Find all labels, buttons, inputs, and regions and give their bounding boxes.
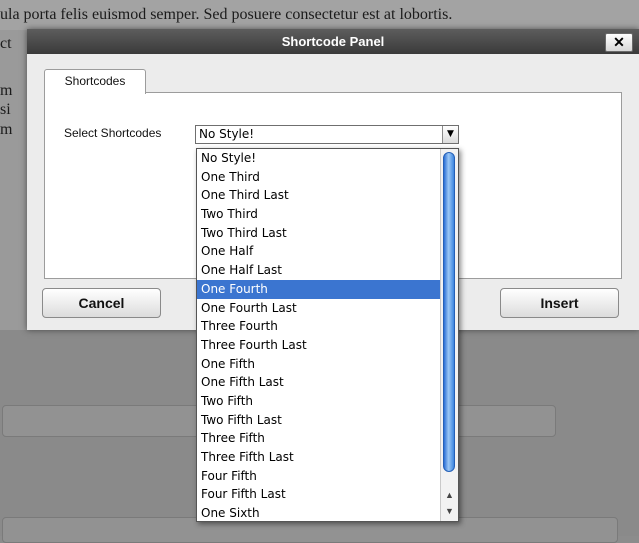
background-fragment: m — [0, 121, 13, 138]
select-shortcodes-label: Select Shortcodes — [64, 126, 162, 140]
dropdown-option[interactable]: Two Fifth Last — [197, 411, 440, 430]
dropdown-option[interactable]: Two Third Last — [197, 224, 440, 243]
dropdown-option[interactable]: Three Fourth — [197, 317, 440, 336]
dropdown-option[interactable]: One Sixth — [197, 504, 440, 521]
tab-shortcodes[interactable]: Shortcodes — [44, 69, 146, 94]
dropdown-option[interactable]: One Half Last — [197, 261, 440, 280]
select-value: No Style! — [199, 127, 255, 141]
cancel-button[interactable]: Cancel — [42, 288, 161, 318]
dropdown-option[interactable]: One Fifth Last — [197, 373, 440, 392]
dropdown-option[interactable]: One Fourth Last — [197, 299, 440, 318]
shortcode-select[interactable]: No Style! ▼ — [195, 125, 459, 144]
dropdown-option[interactable]: Four Fifth Last — [197, 485, 440, 504]
background-paragraph-line: ula porta felis euismod semper. Sed posu… — [0, 6, 453, 23]
dropdown-option[interactable]: Two Third — [197, 205, 440, 224]
chevron-down-icon[interactable]: ▼ — [442, 126, 458, 143]
insert-button[interactable]: Insert — [500, 288, 619, 318]
dropdown-scrollbar[interactable]: ▲ ▼ — [440, 149, 458, 521]
dropdown-option[interactable]: Three Fourth Last — [197, 336, 440, 355]
scroll-up-icon[interactable]: ▲ — [441, 487, 458, 503]
scroll-down-icon[interactable]: ▼ — [441, 503, 458, 519]
background-fragment: si — [0, 101, 11, 118]
dropdown-option[interactable]: Four Fifth — [197, 467, 440, 486]
close-button[interactable]: ✕ — [605, 33, 633, 52]
dropdown-option[interactable]: Three Fifth — [197, 429, 440, 448]
dropdown-option[interactable]: One Third — [197, 168, 440, 187]
dropdown-option[interactable]: One Half — [197, 242, 440, 261]
background-fragment: ct — [0, 35, 12, 52]
dropdown-option[interactable]: One Fifth — [197, 355, 440, 374]
dropdown-option[interactable]: No Style! — [197, 149, 440, 168]
background-fragment: m — [0, 82, 13, 99]
dropdown-option[interactable]: One Third Last — [197, 186, 440, 205]
scrollbar-thumb[interactable] — [443, 152, 455, 472]
dropdown-option[interactable]: Three Fifth Last — [197, 448, 440, 467]
dropdown-option[interactable]: One Fourth — [197, 279, 440, 299]
close-icon: ✕ — [613, 34, 625, 50]
shortcode-dropdown-list: No Style! One Third One Third Last Two Thir… — [196, 148, 459, 522]
dropdown-option[interactable]: Two Fifth — [197, 392, 440, 411]
dialog-title: Shortcode Panel — [27, 29, 639, 54]
options-list: No Style! One Third One Third Last Two Thir… — [197, 149, 458, 521]
